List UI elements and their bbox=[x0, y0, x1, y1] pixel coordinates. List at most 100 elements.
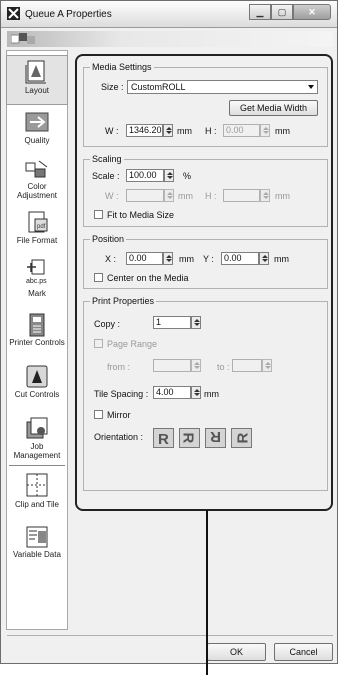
scale-width-label: W : bbox=[105, 191, 119, 201]
scaling-legend: Scaling bbox=[90, 154, 124, 164]
job-management-icon bbox=[26, 417, 48, 439]
scale-unit: % bbox=[183, 171, 192, 181]
position-y-label: Y : bbox=[203, 254, 214, 264]
orientation-180-button[interactable]: R bbox=[205, 428, 226, 448]
position-y-field[interactable]: 0.00 bbox=[221, 252, 259, 265]
sidebar-item-color-adjustment[interactable]: Color Adjustment bbox=[7, 159, 67, 200]
media-size-select[interactable]: CustomROLL bbox=[127, 80, 318, 94]
range-to-stepper[interactable] bbox=[262, 359, 272, 372]
color-adjustment-icon bbox=[25, 160, 48, 178]
cancel-button[interactable]: Cancel bbox=[274, 643, 333, 661]
fit-to-media-checkbox[interactable] bbox=[94, 210, 103, 219]
properties-window: Queue A Properties ▁ ▢ ✕ Layout Quality … bbox=[0, 0, 338, 664]
orientation-0-button[interactable]: R bbox=[153, 428, 174, 448]
ok-button[interactable]: OK bbox=[207, 643, 266, 661]
sidebar-item-label: Variable Data bbox=[13, 550, 61, 559]
tile-spacing-field[interactable]: 4.00 bbox=[153, 386, 191, 399]
rotate-90-icon: R bbox=[180, 433, 197, 444]
mirror-label: Mirror bbox=[107, 410, 131, 420]
tile-spacing-stepper[interactable] bbox=[191, 386, 201, 399]
position-x-stepper[interactable] bbox=[163, 252, 173, 265]
cut-controls-icon bbox=[26, 365, 48, 388]
print-properties-legend: Print Properties bbox=[90, 296, 157, 306]
media-settings-legend: Media Settings bbox=[90, 62, 154, 72]
window-title: Queue A Properties bbox=[25, 9, 112, 20]
media-height-unit: mm bbox=[275, 126, 290, 136]
title-bar[interactable]: Queue A Properties ▁ ▢ ✕ bbox=[1, 1, 337, 28]
media-width-unit: mm bbox=[177, 126, 192, 136]
close-icon: ✕ bbox=[308, 6, 316, 17]
sidebar-divider bbox=[9, 465, 65, 469]
media-width-field[interactable]: 1346.20 bbox=[126, 124, 163, 137]
copy-field[interactable]: 1 bbox=[153, 316, 191, 329]
position-x-label: X : bbox=[105, 254, 117, 264]
scale-width-stepper[interactable] bbox=[164, 189, 174, 202]
position-y-unit: mm bbox=[274, 254, 289, 264]
get-media-width-button[interactable]: Get Media Width bbox=[229, 100, 318, 116]
center-on-media-checkbox[interactable] bbox=[94, 273, 103, 282]
app-icon bbox=[7, 7, 20, 20]
position-x-field[interactable]: 0.00 bbox=[126, 252, 163, 265]
range-from-stepper[interactable] bbox=[191, 359, 201, 372]
range-from-label: from : bbox=[107, 362, 131, 372]
category-sidebar: Layout Quality Color Adjustment pdf File… bbox=[6, 50, 68, 630]
maximize-icon: ▢ bbox=[277, 6, 287, 17]
orientation-label: Orientation : bbox=[94, 432, 144, 442]
sidebar-item-layout[interactable]: Layout bbox=[6, 55, 68, 105]
range-from-field[interactable] bbox=[153, 359, 191, 372]
sidebar-item-clip-and-tile[interactable]: Clip and Tile bbox=[7, 471, 67, 509]
sidebar-item-label: Layout bbox=[24, 86, 50, 95]
scale-height-field[interactable] bbox=[223, 189, 260, 202]
svg-text:R: R bbox=[158, 431, 169, 447]
copy-stepper[interactable] bbox=[191, 316, 201, 329]
sidebar-item-job-management[interactable]: Job Management bbox=[7, 417, 67, 461]
page-range-label: Page Range bbox=[107, 339, 158, 349]
sidebar-item-cut-controls[interactable]: Cut Controls bbox=[7, 365, 67, 399]
file-format-icon: pdf bbox=[28, 211, 48, 233]
sidebar-item-mark[interactable]: abc.ps Mark bbox=[7, 257, 67, 298]
scale-width-field[interactable] bbox=[126, 189, 164, 202]
scale-width-unit: mm bbox=[178, 191, 193, 201]
sidebar-item-label: Job Management bbox=[13, 442, 61, 460]
scale-field[interactable]: 100.00 bbox=[126, 169, 164, 182]
page-range-checkbox[interactable] bbox=[94, 339, 103, 348]
orientation-270-button[interactable]: R bbox=[231, 428, 252, 448]
sidebar-item-label: Clip and Tile bbox=[14, 500, 60, 509]
minimize-icon: ▁ bbox=[256, 6, 264, 17]
close-button[interactable]: ✕ bbox=[293, 4, 331, 20]
sidebar-item-label: Mark bbox=[28, 289, 46, 298]
orientation-90-button[interactable]: R bbox=[179, 428, 200, 448]
svg-text:R: R bbox=[210, 429, 221, 445]
layout-icon bbox=[25, 60, 46, 84]
position-legend: Position bbox=[90, 234, 127, 244]
sidebar-item-quality[interactable]: Quality bbox=[7, 111, 67, 145]
position-y-stepper[interactable] bbox=[259, 252, 269, 265]
sidebar-item-label: Quality bbox=[24, 136, 50, 145]
copy-label: Copy : bbox=[94, 319, 121, 329]
scale-height-stepper[interactable] bbox=[260, 189, 270, 202]
mirror-checkbox[interactable] bbox=[94, 410, 103, 419]
minimize-button[interactable]: ▁ bbox=[249, 4, 271, 20]
scale-height-label: H : bbox=[205, 191, 217, 201]
media-height-stepper[interactable] bbox=[260, 124, 270, 137]
sidebar-item-label: Printer Controls bbox=[9, 338, 65, 347]
sidebar-item-variable-data[interactable]: Variable Data bbox=[7, 525, 67, 559]
sidebar-item-printer-controls[interactable]: Printer Controls bbox=[7, 313, 67, 347]
media-width-stepper[interactable] bbox=[163, 124, 173, 137]
header-banner bbox=[7, 31, 333, 47]
range-to-field[interactable] bbox=[232, 359, 262, 372]
position-x-unit: mm bbox=[179, 254, 194, 264]
variable-data-icon bbox=[26, 526, 48, 548]
size-label: Size : bbox=[101, 82, 124, 92]
scale-label: Scale : bbox=[92, 171, 120, 181]
chevron-down-icon bbox=[305, 81, 317, 93]
maximize-button[interactable]: ▢ bbox=[271, 4, 293, 20]
callout-line bbox=[206, 510, 208, 675]
sidebar-item-label: Color Adjustment bbox=[16, 182, 58, 200]
scale-stepper[interactable] bbox=[164, 169, 174, 182]
media-height-field[interactable]: 0.00 bbox=[223, 124, 260, 137]
sidebar-item-label: File Format bbox=[16, 236, 58, 245]
fit-to-media-label: Fit to Media Size bbox=[107, 210, 175, 220]
range-to-label: to : bbox=[217, 362, 230, 372]
sidebar-item-file-format[interactable]: pdf File Format bbox=[7, 211, 67, 245]
